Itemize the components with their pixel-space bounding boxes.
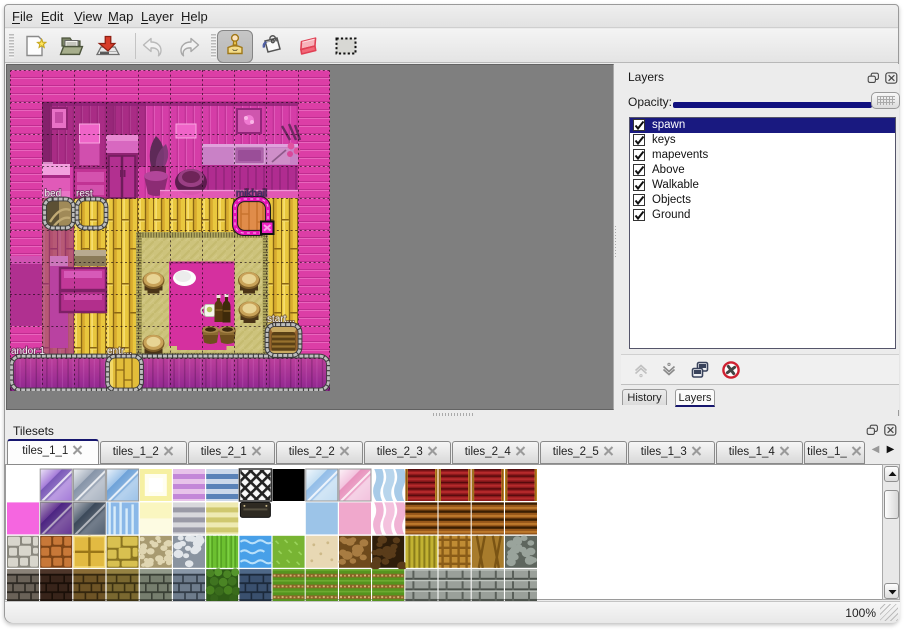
svg-text:start...: start... — [267, 314, 295, 325]
svg-text:bed: bed — [44, 188, 61, 199]
svg-text:andor:1: andor:1 — [11, 346, 45, 357]
svg-text:entr...: entr... — [107, 346, 132, 357]
svg-text:rest: rest — [76, 188, 93, 199]
svg-text:mikhail: mikhail — [236, 188, 267, 199]
